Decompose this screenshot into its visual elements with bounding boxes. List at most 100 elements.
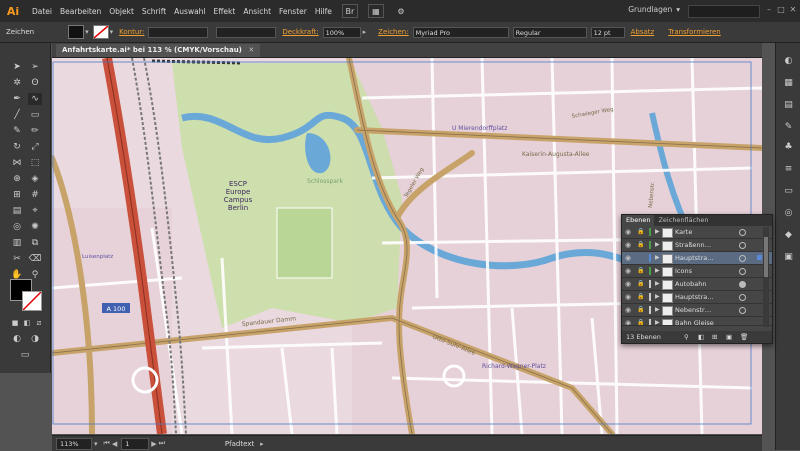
chevron-down-icon[interactable]: ▾ — [110, 28, 114, 36]
blend-tool-icon[interactable]: ◎ — [10, 221, 24, 233]
paintbrush-tool-icon[interactable]: ✎ — [10, 125, 24, 137]
symbol-sprayer-tool-icon[interactable]: ✺ — [28, 221, 42, 233]
expand-icon[interactable]: ▶ — [655, 317, 660, 325]
layer-row[interactable]: ◉ 🔒 ▶ Karte — [622, 226, 772, 239]
line-tool-icon[interactable]: ╱ — [10, 109, 24, 121]
stroke-color-swatch[interactable] — [22, 291, 42, 311]
gpu-icon[interactable]: ⚙ — [394, 5, 408, 17]
eye-icon[interactable]: ◉ — [625, 278, 634, 290]
target-icon[interactable] — [739, 294, 746, 301]
draw-mode-icon[interactable]: ◐ — [10, 333, 24, 345]
stroke-swatch[interactable] — [92, 25, 109, 39]
expand-icon[interactable]: ▶ — [655, 291, 660, 303]
layer-row[interactable]: ◉ 🔒 ▶ Icons — [622, 265, 772, 278]
zoom-field[interactable]: 113% — [56, 437, 92, 450]
stroke-weight-field[interactable] — [148, 26, 209, 38]
transform-link[interactable]: Transformieren — [668, 28, 721, 36]
lock-icon[interactable]: 🔒 — [637, 317, 646, 325]
transparency-panel-icon[interactable]: ◎ — [782, 207, 795, 219]
layer-row[interactable]: ◉ ▶ Hauptstra… — [622, 252, 772, 265]
eye-icon[interactable]: ◉ — [625, 291, 634, 303]
shape-builder-tool-icon[interactable]: ⊕ — [10, 173, 24, 185]
bridge-icon[interactable]: Br — [341, 4, 358, 18]
last-artboard-icon[interactable]: ⏭ — [159, 439, 165, 448]
font-size-field[interactable]: 12 pt — [590, 26, 625, 38]
layer-row[interactable]: ◉ 🔒 ▶ Nebenstr… — [622, 304, 772, 317]
artboard-tool-icon[interactable]: ⧉ — [28, 237, 42, 249]
lock-icon[interactable]: 🔒 — [637, 226, 646, 238]
font-family-field[interactable]: Myriad Pro — [412, 26, 509, 38]
new-layer-icon[interactable]: ▣ — [726, 331, 732, 343]
lock-icon[interactable]: 🔒 — [637, 265, 646, 277]
graph-tool-icon[interactable]: ▥ — [10, 237, 24, 249]
lock-icon[interactable]: 🔒 — [637, 304, 646, 316]
rectangle-tool-icon[interactable]: ▭ — [28, 109, 42, 121]
help-search-input[interactable] — [688, 5, 760, 18]
color-panel-icon[interactable]: ◐ — [782, 55, 795, 67]
target-icon[interactable] — [739, 255, 746, 262]
character-link[interactable]: Zeichen: — [378, 28, 408, 36]
live-paint-tool-icon[interactable]: ◈ — [28, 173, 42, 185]
gradient-panel-icon[interactable]: ▭ — [782, 185, 795, 197]
eye-icon[interactable]: ◉ — [625, 239, 634, 251]
stroke-panel-icon[interactable]: ≡ — [782, 163, 795, 175]
slice-tool-icon[interactable]: ✂ — [10, 253, 24, 265]
menu-ansicht[interactable]: Ansicht — [243, 7, 271, 16]
variable-width-field[interactable] — [216, 26, 277, 38]
chevron-right-icon[interactable]: ▸ — [363, 28, 367, 36]
font-style-field[interactable]: Regular — [512, 26, 587, 38]
lock-icon[interactable]: 🔒 — [637, 291, 646, 303]
gradient-tool-icon[interactable]: ▤ — [10, 205, 24, 217]
expand-icon[interactable]: ▶ — [655, 278, 660, 290]
artboard-number-field[interactable]: 1 — [121, 437, 150, 450]
free-transform-tool-icon[interactable]: ⬚ — [28, 157, 42, 169]
tab-artboards[interactable]: Zeichenflächen — [654, 215, 712, 226]
perspective-tool-icon[interactable]: ⊞ — [10, 189, 24, 201]
chevron-right-icon[interactable]: ▸ — [260, 440, 264, 448]
menu-hilfe[interactable]: Hilfe — [315, 7, 332, 16]
chevron-down-icon[interactable]: ▾ — [94, 440, 98, 448]
arrange-docs-icon[interactable]: ▦ — [367, 4, 384, 18]
draw-inside-icon[interactable]: ◑ — [28, 333, 42, 345]
scale-tool-icon[interactable]: ⤢ — [28, 141, 42, 153]
eyedropper-tool-icon[interactable]: ⌖ — [28, 205, 42, 217]
close-icon[interactable]: ✕ — [788, 5, 798, 15]
layers-scrollbar[interactable] — [763, 227, 769, 327]
minimize-icon[interactable]: – — [764, 5, 774, 15]
expand-icon[interactable]: ▶ — [655, 265, 660, 277]
lock-icon[interactable]: 🔒 — [637, 239, 646, 251]
width-tool-icon[interactable]: ⋈ — [10, 157, 24, 169]
expand-icon[interactable]: ▶ — [655, 239, 660, 251]
menu-objekt[interactable]: Objekt — [109, 7, 134, 16]
clipping-mask-icon[interactable]: ◧ — [698, 331, 704, 343]
pen-tool-icon[interactable]: ✒ — [10, 93, 24, 105]
scrollbar-thumb[interactable] — [764, 237, 768, 277]
expand-icon[interactable]: ▶ — [655, 304, 660, 316]
direct-selection-tool-icon[interactable]: ➢ — [28, 61, 42, 73]
close-icon[interactable]: ✕ — [248, 46, 254, 54]
selection-tool-icon[interactable]: ➤ — [10, 61, 24, 73]
layer-row[interactable]: ◉ 🔒 ▶ Hauptstra… — [622, 291, 772, 304]
eye-icon[interactable]: ◉ — [625, 226, 634, 238]
target-icon[interactable] — [739, 242, 746, 249]
pencil-tool-icon[interactable]: ✏ — [28, 125, 42, 137]
mesh-tool-icon[interactable]: # — [28, 189, 42, 201]
magic-wand-tool-icon[interactable]: ✲ — [10, 77, 24, 89]
layer-row[interactable]: ◉ 🔒 ▶ Straßenn… — [622, 239, 772, 252]
expand-icon[interactable]: ▶ — [655, 226, 660, 238]
locate-object-icon[interactable]: ⚲ — [684, 331, 689, 343]
stroke-link[interactable]: Kontur: — [119, 28, 144, 36]
swatches-panel-icon[interactable]: ▤ — [782, 99, 795, 111]
opacity-link[interactable]: Deckkraft: — [282, 28, 318, 36]
none-mode-icon[interactable]: ⧄ — [32, 317, 46, 329]
layer-row[interactable]: ◉ 🔒 ▶ Autobahn — [622, 278, 772, 291]
opacity-field[interactable]: 100% — [322, 26, 361, 38]
menu-bearbeiten[interactable]: Bearbeiten — [60, 7, 101, 16]
document-tab[interactable]: Anfahrtskarte.ai* bei 113 % (CMYK/Vorsch… — [56, 44, 261, 57]
workspace-switcher[interactable]: Grundlagen ▾ — [628, 5, 680, 14]
color-guide-icon[interactable]: ▦ — [782, 77, 795, 89]
expand-icon[interactable]: ▶ — [655, 252, 660, 264]
eye-icon[interactable]: ◉ — [625, 317, 634, 325]
menu-auswahl[interactable]: Auswahl — [174, 7, 205, 16]
menu-effekt[interactable]: Effekt — [214, 7, 236, 16]
